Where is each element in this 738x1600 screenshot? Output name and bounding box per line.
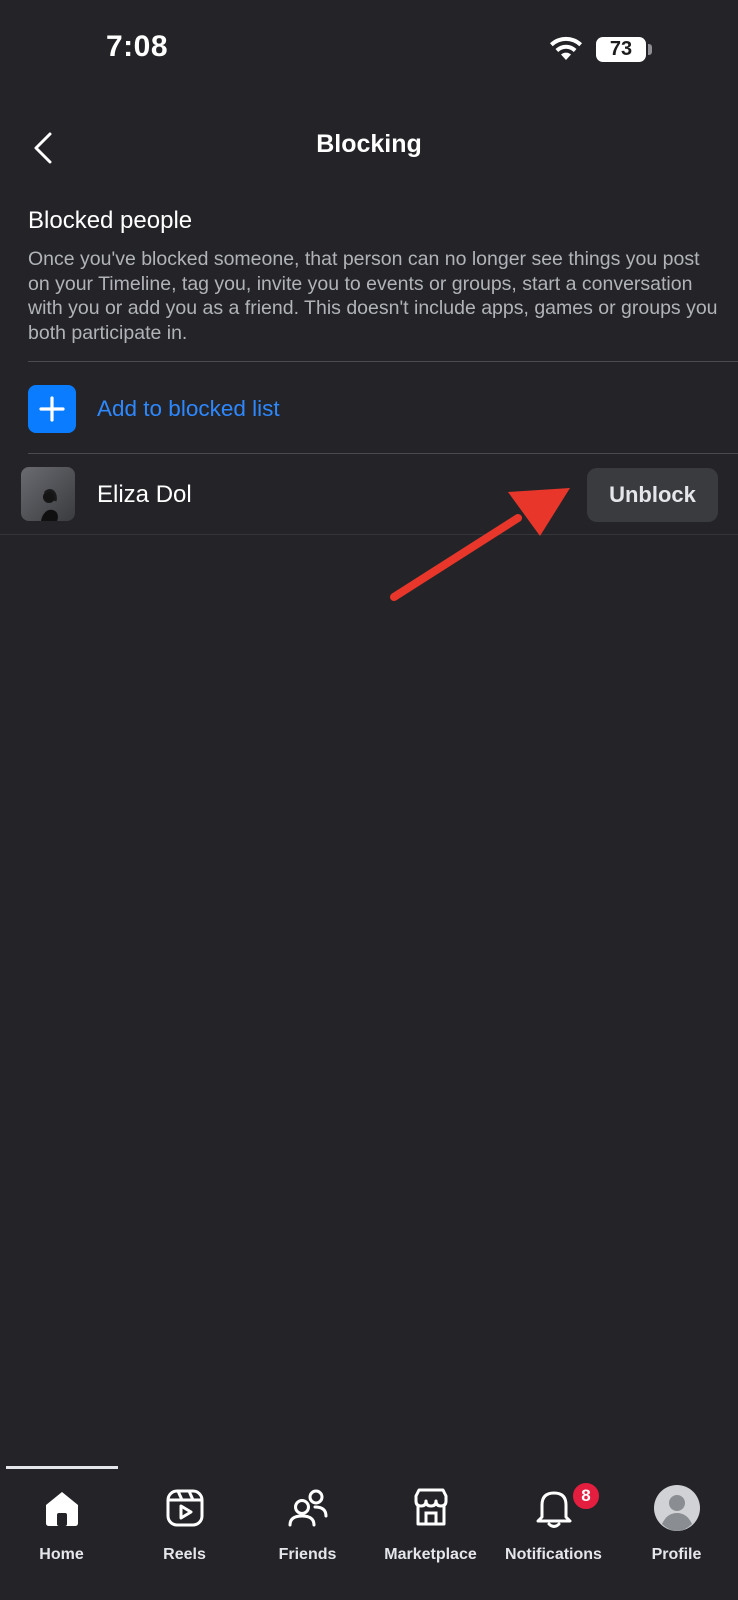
- profile-avatar-icon: [653, 1485, 700, 1531]
- friends-icon: [288, 1489, 327, 1527]
- tab-label: Profile: [651, 1546, 702, 1563]
- tab-marketplace[interactable]: Marketplace: [369, 1480, 492, 1572]
- tab-reels[interactable]: Reels: [123, 1480, 246, 1572]
- blocked-person-row: Eliza Dol Unblock: [0, 455, 738, 535]
- tab-home[interactable]: Home: [0, 1480, 123, 1572]
- battery-icon: 73: [596, 37, 646, 62]
- marketplace-icon: [414, 1488, 447, 1526]
- status-bar: 7:08 73: [0, 0, 738, 100]
- red-arrow-icon: [390, 488, 570, 601]
- tab-friends[interactable]: Friends: [246, 1480, 369, 1572]
- tab-label: Notifications: [505, 1546, 602, 1563]
- blocked-person-name: Eliza Dol: [97, 481, 192, 508]
- tab-label: Friends: [278, 1546, 337, 1563]
- add-to-blocked-list-label: Add to blocked list: [97, 396, 280, 421]
- plus-icon: [28, 385, 76, 433]
- add-to-blocked-list-button[interactable]: Add to blocked list: [28, 382, 718, 436]
- status-time: 7:08: [106, 30, 169, 63]
- divider: [28, 361, 738, 362]
- section-description: Once you've blocked someone, that person…: [28, 248, 718, 344]
- notification-badge: 8: [570, 1480, 602, 1512]
- wifi-icon: [548, 36, 584, 67]
- tab-notifications[interactable]: 8 Notifications: [492, 1480, 615, 1572]
- header: Blocking: [0, 110, 738, 184]
- active-tab-indicator: [6, 1466, 118, 1469]
- tab-label: Marketplace: [384, 1546, 477, 1563]
- battery-cap: [648, 44, 652, 55]
- page-title: Blocking: [316, 130, 422, 158]
- tab-profile[interactable]: Profile: [615, 1480, 738, 1572]
- bell-icon: [536, 1491, 571, 1528]
- divider: [28, 453, 738, 454]
- battery-level: 73: [609, 38, 633, 60]
- avatar: [21, 467, 75, 521]
- tab-label: Reels: [163, 1546, 206, 1563]
- section-title: Blocked people: [28, 207, 193, 234]
- tab-label: Home: [39, 1546, 84, 1563]
- unblock-button[interactable]: Unblock: [587, 468, 718, 522]
- home-icon: [45, 1492, 78, 1526]
- reels-icon: [166, 1489, 203, 1527]
